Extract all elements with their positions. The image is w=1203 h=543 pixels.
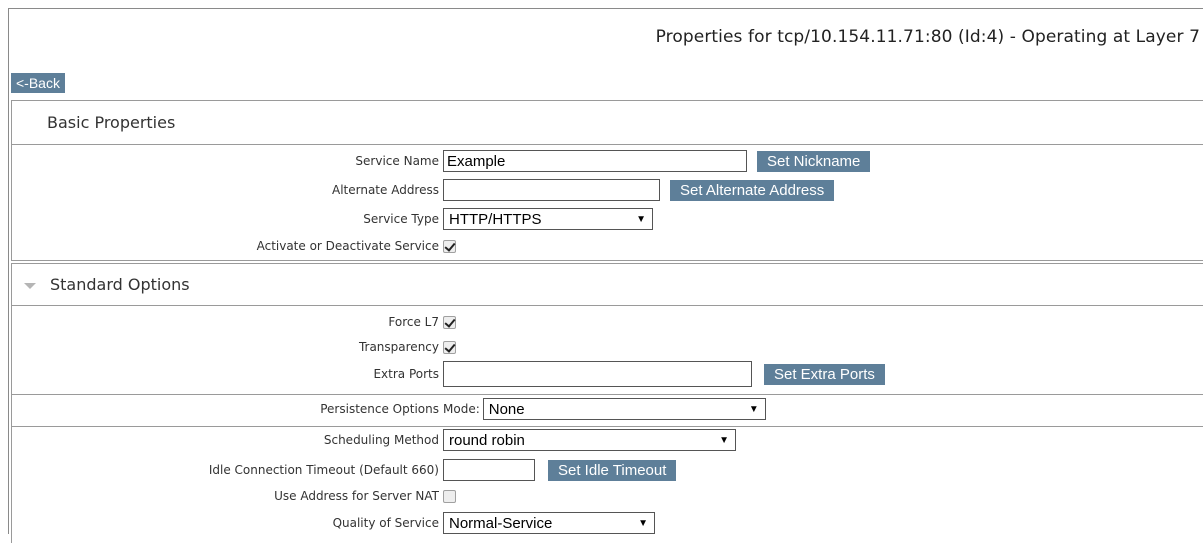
service-type-controls: HTTP/HTTPS ▼ — [443, 207, 653, 231]
set-alternate-address-button[interactable]: Set Alternate Address — [670, 179, 835, 201]
basic-properties-panel: Basic Properties Service Name Set Nickna… — [11, 100, 1203, 261]
force-l7-controls — [443, 310, 456, 334]
server-nat-checkbox[interactable] — [443, 489, 456, 503]
qos-select[interactable]: Normal-Service ▼ — [443, 512, 655, 534]
idle-timeout-label: Idle Connection Timeout (Default 660) — [208, 463, 439, 477]
scheduling-method-select[interactable]: round robin ▼ — [443, 429, 736, 451]
qos-value: Normal-Service — [449, 514, 553, 532]
qos-row: Quality of Service Normal-Service ▼ — [12, 511, 1202, 535]
divider — [12, 426, 1203, 427]
set-extra-ports-button[interactable]: Set Extra Ports — [764, 363, 885, 385]
scheduling-label: Scheduling Method — [323, 433, 439, 447]
force-l7-checkbox[interactable] — [443, 315, 456, 329]
divider — [12, 394, 1203, 395]
service-type-select[interactable]: HTTP/HTTPS ▼ — [443, 208, 653, 230]
activate-checkbox[interactable] — [443, 239, 456, 253]
server-nat-row: Use Address for Server NAT — [12, 484, 1202, 508]
alternate-address-row: Alternate Address Set Alternate Address — [12, 178, 1202, 202]
extra-ports-controls: Set Extra Ports — [443, 361, 885, 387]
transparency-checkbox[interactable] — [443, 340, 456, 354]
alternate-address-controls: Set Alternate Address — [443, 178, 835, 202]
idle-timeout-controls: Set Idle Timeout — [443, 458, 677, 482]
qos-label: Quality of Service — [332, 516, 439, 530]
service-type-row: Service Type HTTP/HTTPS ▼ — [12, 207, 1202, 231]
activate-row: Activate or Deactivate Service — [12, 234, 1202, 258]
page-title: Properties for tcp/10.154.11.71:80 (Id:4… — [655, 27, 1200, 47]
alternate-address-label: Alternate Address — [331, 183, 439, 197]
alternate-address-input[interactable] — [443, 179, 660, 201]
scheduling-row: Scheduling Method round robin ▼ — [12, 428, 1202, 452]
activate-label: Activate or Deactivate Service — [256, 239, 439, 253]
dropdown-arrow-icon: ▼ — [748, 403, 759, 415]
idle-timeout-input[interactable] — [443, 459, 535, 481]
back-button[interactable]: <-Back — [11, 73, 65, 93]
basic-properties-title: Basic Properties — [47, 113, 176, 132]
service-name-label: Service Name — [355, 154, 439, 168]
service-type-label: Service Type — [363, 212, 439, 226]
service-name-row: Service Name Set Nickname — [12, 149, 1202, 173]
persistence-controls: Mode: None ▼ — [443, 397, 766, 421]
scheduling-controls: round robin ▼ — [443, 428, 736, 452]
persistence-mode-value: None — [488, 400, 525, 418]
transparency-row: Transparency — [12, 335, 1202, 359]
service-name-controls: Set Nickname — [443, 149, 871, 173]
dropdown-arrow-icon: ▼ — [636, 213, 646, 225]
service-type-value: HTTP/HTTPS — [449, 210, 542, 228]
persistence-row: Persistence Options Mode: None ▼ — [12, 397, 1202, 421]
basic-properties-header: Basic Properties — [12, 101, 1203, 145]
dropdown-arrow-icon: ▼ — [638, 517, 648, 529]
force-l7-row: Force L7 — [12, 310, 1202, 334]
transparency-label: Transparency — [358, 340, 439, 354]
server-nat-controls — [443, 484, 456, 508]
persistence-mode-label: Mode: — [443, 402, 480, 416]
collapse-caret-icon — [24, 282, 36, 289]
persistence-mode-select[interactable]: None ▼ — [482, 398, 766, 420]
transparency-controls — [443, 335, 456, 359]
set-nickname-button[interactable]: Set Nickname — [757, 150, 871, 172]
standard-options-panel: Standard Options Force L7 Transparency E… — [11, 263, 1203, 543]
dropdown-arrow-icon: ▼ — [719, 434, 729, 446]
set-idle-timeout-button[interactable]: Set Idle Timeout — [548, 459, 677, 481]
qos-controls: Normal-Service ▼ — [443, 511, 655, 535]
standard-options-title: Standard Options — [50, 275, 190, 294]
force-l7-label: Force L7 — [388, 315, 439, 329]
service-name-input[interactable] — [443, 150, 747, 172]
extra-ports-label: Extra Ports — [373, 367, 439, 381]
extra-ports-row: Extra Ports Set Extra Ports — [12, 361, 1202, 387]
standard-options-header[interactable]: Standard Options — [12, 264, 1203, 306]
server-nat-label: Use Address for Server NAT — [274, 489, 439, 503]
idle-timeout-row: Idle Connection Timeout (Default 660) Se… — [12, 458, 1202, 482]
scheduling-method-value: round robin — [449, 431, 525, 449]
persistence-label: Persistence Options — [320, 402, 439, 416]
activate-controls — [443, 234, 456, 258]
extra-ports-input[interactable] — [443, 361, 752, 387]
